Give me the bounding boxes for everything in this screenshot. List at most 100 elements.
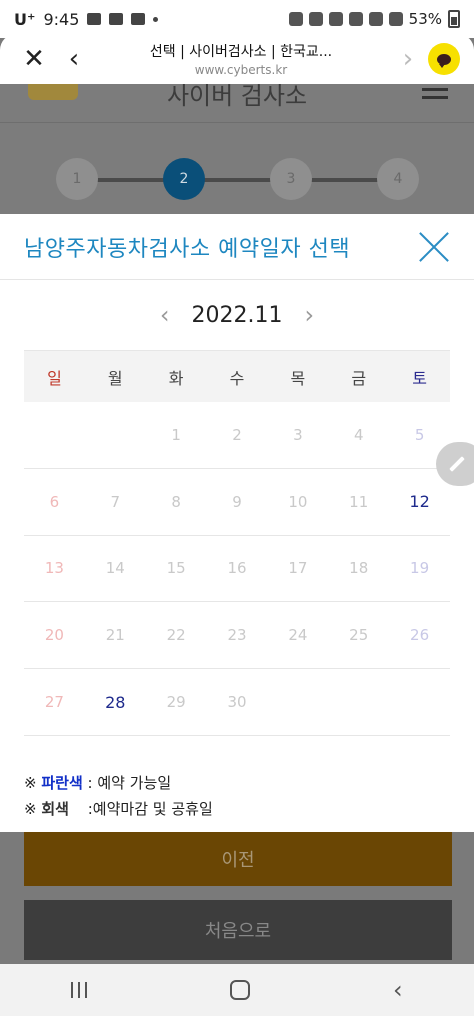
carrier-label: U⁺ bbox=[14, 9, 36, 29]
forward-arrow-icon[interactable]: › bbox=[388, 39, 428, 79]
site-title: 사이버 검사소 bbox=[166, 82, 308, 110]
weekday-sat: 토 bbox=[412, 368, 427, 388]
legend-blue-desc: : 예약 가능일 bbox=[87, 773, 172, 792]
clock: 9:45 bbox=[43, 9, 80, 29]
header-divider bbox=[0, 122, 474, 123]
month-label: 2022.11 bbox=[191, 302, 283, 328]
calendar-day: 2 bbox=[232, 425, 242, 444]
calendar-day: 13 bbox=[44, 559, 64, 578]
step-1: 1 bbox=[56, 158, 98, 200]
close-icon[interactable] bbox=[416, 230, 450, 264]
calendar-day: 10 bbox=[288, 492, 308, 511]
legend-gray-label: 회색 bbox=[41, 799, 69, 818]
legend-closed: ※ 회색 :예약마감 및 공휴일 bbox=[24, 796, 450, 822]
step-3: 3 bbox=[270, 158, 312, 200]
legend-gray-desc: :예약마감 및 공휴일 bbox=[87, 799, 213, 818]
next-month-icon[interactable]: › bbox=[304, 301, 314, 329]
close-icon[interactable]: ✕ bbox=[14, 39, 54, 79]
calendar-day: 1 bbox=[171, 425, 181, 444]
calendar-empty-cell bbox=[328, 669, 389, 735]
legend-blue-label: 파란색 bbox=[41, 773, 83, 792]
battery-percent: 53% bbox=[408, 10, 442, 28]
calendar-empty-cell bbox=[267, 669, 328, 735]
signal-icon bbox=[388, 12, 403, 26]
legend-marker: ※ bbox=[24, 799, 37, 818]
month-navigation: ‹ 2022.11 › bbox=[0, 280, 474, 350]
date-select-modal: 남양주자동차검사소 예약일자 선택 ‹ 2022.11 › 일 월 화 수 목 … bbox=[0, 214, 474, 832]
weekday-tue: 화 bbox=[168, 368, 184, 388]
mute-icon bbox=[348, 12, 363, 26]
background-page: 사이버 검사소 1 2 3 4 bbox=[0, 82, 474, 214]
prev-month-icon[interactable]: ‹ bbox=[160, 301, 170, 329]
wifi-icon bbox=[368, 12, 383, 26]
browser-title-area[interactable]: 선택 | 사이버검사소 | 한국교... www.cyberts.kr bbox=[94, 41, 388, 77]
first-page-button: 처음으로 bbox=[24, 900, 452, 960]
calendar-day: 17 bbox=[288, 559, 308, 578]
edit-pencil-icon[interactable] bbox=[436, 442, 474, 486]
status-right: 53% bbox=[288, 10, 460, 28]
chat-bubble-icon bbox=[437, 53, 451, 68]
system-nav-bar: ‹ bbox=[0, 964, 474, 1016]
calendar-day: 30 bbox=[227, 693, 247, 712]
calendar-day: 21 bbox=[105, 626, 125, 645]
calendar-day: 29 bbox=[166, 693, 186, 712]
weekday-fri: 금 bbox=[351, 368, 367, 388]
calendar-day: 7 bbox=[110, 492, 121, 511]
calendar-week: 12345 bbox=[24, 402, 450, 469]
back-arrow-icon[interactable]: ‹ bbox=[54, 39, 94, 79]
calendar-day: 6 bbox=[49, 492, 60, 511]
calendar-day: 26 bbox=[410, 626, 430, 645]
pencil-icon bbox=[449, 456, 465, 472]
calendar-day: 18 bbox=[349, 559, 369, 578]
talk-notification-icon bbox=[87, 13, 102, 25]
calendar-body: 1 2 3 4 5 6 7 8 9 10 11 12 13 14 15 16 17 18 19 20 21 22 23 24 2… bbox=[24, 402, 450, 736]
calendar-week: 6 7 8 9 10 11 12 bbox=[24, 469, 450, 536]
calendar-day: 25 bbox=[349, 626, 369, 645]
browser-url: www.cyberts.kr bbox=[194, 63, 288, 77]
calendar-day: 8 bbox=[171, 492, 181, 511]
recent-apps-icon[interactable] bbox=[71, 982, 88, 998]
calendar-empty-cell bbox=[24, 402, 85, 468]
calendar-day: 19 bbox=[410, 559, 430, 578]
calendar-day: 4 bbox=[353, 425, 364, 444]
nfc-icon bbox=[288, 12, 303, 26]
step-2: 2 bbox=[163, 158, 205, 200]
status-left: U⁺ 9:45 bbox=[14, 10, 289, 29]
prev-button: 이전 bbox=[24, 832, 452, 886]
calendar-week: 27 28 29 30 bbox=[24, 669, 450, 736]
back-icon[interactable]: ‹ bbox=[393, 976, 403, 1004]
message-notification-icon bbox=[131, 13, 146, 25]
modal-title: 남양주자동차검사소 예약일자 선택 bbox=[24, 236, 351, 262]
browser-title: 선택 | 사이버검사소 | 한국교... bbox=[149, 44, 333, 60]
step-indicator: 1 2 3 4 bbox=[56, 158, 420, 202]
calendar-empty-cell bbox=[389, 669, 450, 735]
calendar-day: 9 bbox=[232, 492, 242, 511]
calendar-day: 15 bbox=[166, 559, 186, 578]
calendar-day: 20 bbox=[44, 626, 64, 645]
weekday-sun: 일 bbox=[47, 368, 62, 388]
home-icon[interactable] bbox=[230, 980, 251, 1000]
calendar-day: 27 bbox=[44, 693, 64, 712]
legend-available: ※ 파란색 : 예약 가능일 bbox=[24, 770, 450, 796]
alarm-icon bbox=[308, 12, 323, 26]
calendar-day: 23 bbox=[227, 626, 247, 645]
calendar-day[interactable]: 28 bbox=[85, 669, 146, 735]
status-bar: U⁺ 9:45 53% bbox=[0, 0, 474, 38]
weekday-wed: 수 bbox=[229, 368, 245, 388]
hamburger-menu-icon bbox=[422, 88, 448, 104]
step-line bbox=[76, 178, 400, 182]
kakao-talk-icon[interactable] bbox=[428, 43, 460, 75]
calendar-day: 16 bbox=[227, 559, 247, 578]
calendar-empty-cell bbox=[85, 402, 146, 468]
weekday-mon: 월 bbox=[107, 368, 123, 388]
bluetooth-icon bbox=[328, 12, 343, 26]
more-notifications-icon bbox=[153, 16, 159, 22]
legend: ※ 파란색 : 예약 가능일 ※ 회색 :예약마감 및 공휴일 bbox=[24, 770, 450, 822]
weekday-thu: 목 bbox=[290, 368, 306, 388]
weekday-header: 일 월 화 수 목 금 토 bbox=[24, 350, 450, 402]
calendar-day: 24 bbox=[288, 626, 308, 645]
calendar: 일 월 화 수 목 금 토 1 2 3 4 5 6 7 8 9 10 11 12 13 14 15 16 17 1… bbox=[24, 350, 450, 736]
gallery-notification-icon bbox=[109, 13, 124, 25]
calendar-day: 22 bbox=[166, 626, 186, 645]
modal-header: 남양주자동차검사소 예약일자 선택 bbox=[0, 214, 474, 280]
